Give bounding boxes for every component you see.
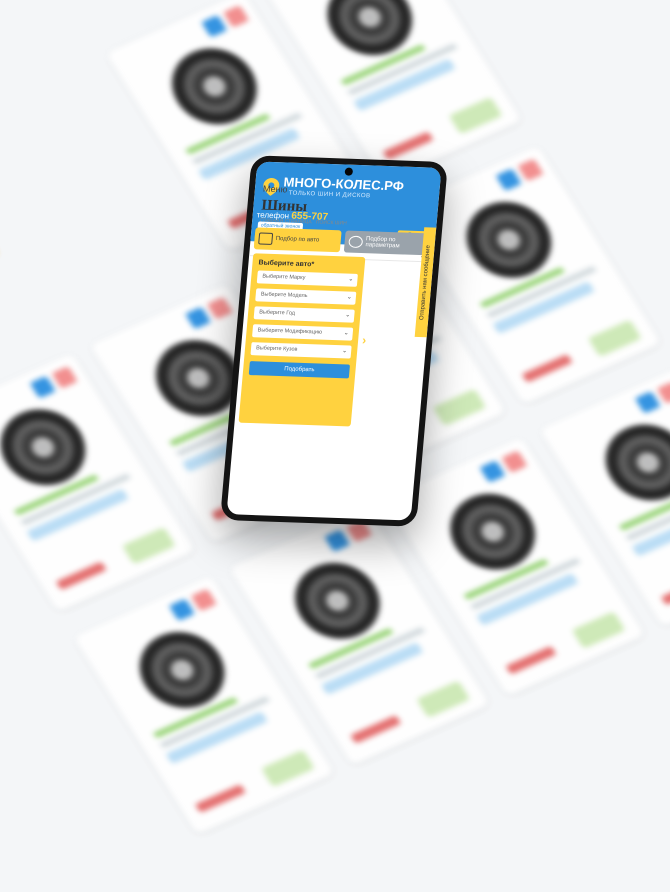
menu-label[interactable]: Меню (263, 184, 288, 195)
tire-icon (311, 0, 428, 68)
modification-select[interactable]: Выберите Модификацию ⌄ (252, 324, 354, 341)
form-title: Выберите авто* (258, 259, 315, 269)
chevron-down-icon: ⌄ (343, 330, 349, 337)
tab-by-params[interactable]: Подбор по параметрам (343, 230, 432, 256)
tire-icon (348, 235, 364, 249)
chevron-down-icon: ⌄ (348, 276, 354, 283)
page-title: Шины (260, 197, 308, 216)
submit-button[interactable]: Подобрать (248, 361, 351, 379)
year-select-placeholder: Выберите Год (258, 309, 296, 317)
model-select-placeholder: Выберите Модель (260, 291, 308, 300)
chevron-down-icon: ⌄ (346, 294, 353, 301)
tire-icon (590, 411, 670, 514)
breadcrumb-current: ПОИСК ШИН (315, 219, 347, 227)
tab-by-params-label: Подбор по параметрам (365, 236, 400, 250)
car-selection-form: Выберите авто* Выберите Марку ⌄ Выберите … (238, 253, 366, 427)
tab-by-car-label: Подбор по авто (275, 236, 320, 244)
modification-select-placeholder: Выберите Модификацию (257, 327, 323, 336)
year-select[interactable]: Выберите Год ⌄ (253, 306, 355, 323)
chevron-right-icon[interactable]: › (362, 333, 367, 347)
brand-select-placeholder: Выберите Марку (262, 273, 306, 282)
model-select[interactable]: Выберите Модель ⌄ (255, 288, 357, 305)
tab-by-car[interactable]: Подбор по авто (253, 227, 342, 253)
car-icon (258, 232, 274, 245)
brand-select[interactable]: Выберите Марку ⌄ (256, 270, 358, 287)
chevron-down-icon: ⌄ (341, 348, 348, 355)
phone-mockup: МНОГО-КОЛЕС.РФ ТОЛЬКО ШИН И ДИСКОВ телеф… (219, 155, 449, 527)
body-select-placeholder: Выберите Кузов (255, 345, 298, 353)
body-select[interactable]: Выберите Кузов ⌄ (250, 342, 352, 359)
phone-screen: МНОГО-КОЛЕС.РФ ТОЛЬКО ШИН И ДИСКОВ телеф… (226, 161, 442, 521)
chevron-down-icon: ⌄ (344, 312, 351, 319)
